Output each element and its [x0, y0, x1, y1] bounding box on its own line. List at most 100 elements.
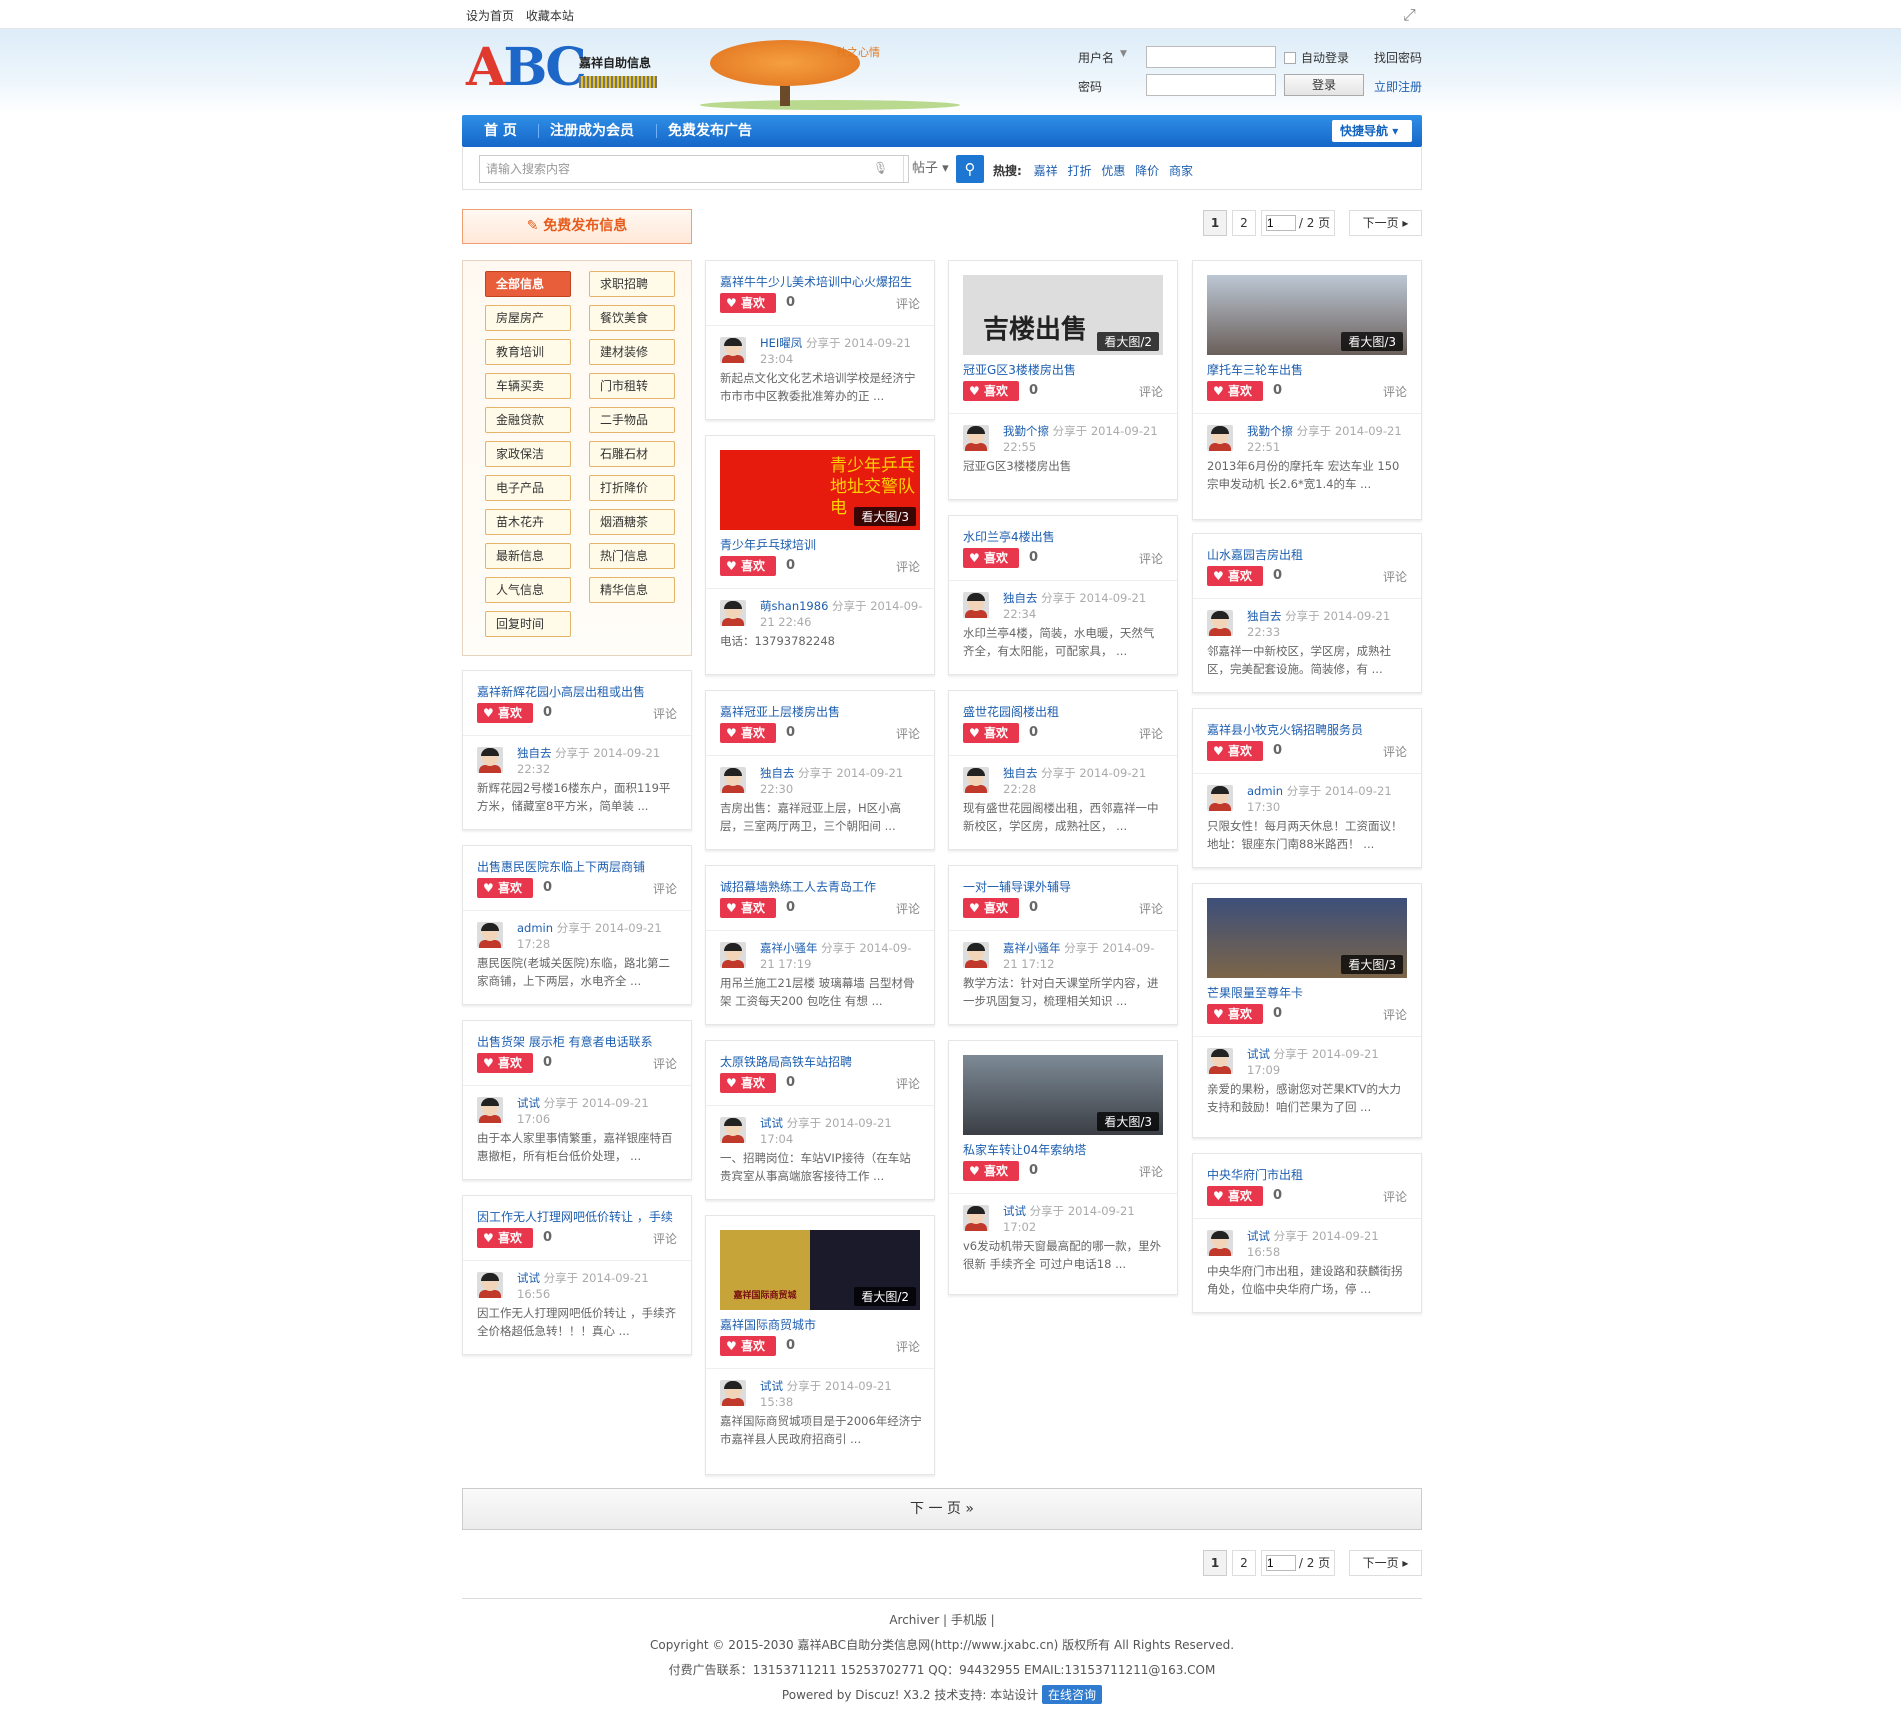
user-avatar[interactable]	[1207, 785, 1233, 811]
post-author[interactable]: 试试	[517, 1271, 540, 1285]
search-type-select[interactable]: 帖子 ▾	[903, 156, 963, 182]
user-avatar[interactable]	[720, 1117, 746, 1143]
like-button[interactable]: ♥ 喜欢	[963, 1161, 1019, 1181]
category-item[interactable]: 电子产品	[485, 475, 571, 501]
post-image[interactable]: 看大图/3	[1207, 275, 1407, 355]
like-button[interactable]: ♥ 喜欢	[720, 1336, 776, 1356]
user-avatar[interactable]	[720, 337, 746, 363]
category-item[interactable]: 求职招聘	[589, 271, 675, 297]
comment-link[interactable]: 评论	[896, 558, 920, 575]
page-1[interactable]: 1	[1203, 210, 1227, 236]
post-author[interactable]: admin	[517, 921, 553, 935]
post-title[interactable]: 嘉祥县小牧克火锅招聘服务员	[1207, 721, 1407, 738]
post-title[interactable]: 芒果限量至尊年卡	[1207, 984, 1407, 1001]
post-author[interactable]: admin	[1247, 784, 1283, 798]
page-jump-input[interactable]	[1265, 1555, 1296, 1571]
post-image[interactable]: 看大图/3	[1207, 898, 1407, 978]
view-gallery-button[interactable]: 看大图/3	[1097, 1112, 1159, 1131]
user-avatar[interactable]	[720, 1380, 746, 1406]
fullscreen-icon[interactable]: ⤢	[1403, 5, 1416, 25]
bookmark-link[interactable]: 收藏本站	[526, 9, 574, 23]
username-input[interactable]	[1146, 46, 1276, 68]
post-author[interactable]: 独自去	[1003, 591, 1038, 605]
category-item[interactable]: 金融贷款	[485, 407, 571, 433]
category-item[interactable]: 回复时间	[485, 611, 571, 637]
like-button[interactable]: ♥ 喜欢	[720, 556, 776, 576]
comment-link[interactable]: 评论	[653, 880, 677, 897]
post-title[interactable]: 水印兰亭4楼出售	[963, 528, 1163, 545]
category-all[interactable]: 全部信息	[485, 271, 571, 297]
post-title[interactable]: 出售惠民医院东临上下两层商铺	[477, 858, 677, 875]
post-author[interactable]: 独自去	[1003, 766, 1038, 780]
user-avatar[interactable]	[720, 942, 746, 968]
post-title[interactable]: 摩托车三轮车出售	[1207, 361, 1407, 378]
user-avatar[interactable]	[477, 1272, 503, 1298]
like-button[interactable]: ♥ 喜欢	[1207, 741, 1263, 761]
comment-link[interactable]: 评论	[1139, 550, 1163, 567]
like-button[interactable]: ♥ 喜欢	[1207, 381, 1263, 401]
comment-link[interactable]: 评论	[1383, 568, 1407, 585]
search-input[interactable]: 请输入搜索内容	[479, 155, 909, 183]
post-title[interactable]: 一对一辅导课外辅导	[963, 878, 1163, 895]
post-title[interactable]: 太原铁路局高铁车站招聘	[720, 1053, 920, 1070]
post-author[interactable]: 嘉祥小骚年	[760, 941, 818, 955]
page-1[interactable]: 1	[1203, 1550, 1227, 1576]
like-button[interactable]: ♥ 喜欢	[720, 898, 776, 918]
next-page-button[interactable]: 下一页 ▸	[1349, 210, 1422, 236]
user-avatar[interactable]	[963, 425, 989, 451]
category-item[interactable]: 房屋房产	[485, 305, 571, 331]
post-title[interactable]: 诚招幕墙熟练工人去青岛工作	[720, 878, 920, 895]
post-author[interactable]: 萌shan1986	[760, 599, 828, 613]
page-2[interactable]: 2	[1232, 1550, 1256, 1576]
user-avatar[interactable]	[963, 767, 989, 793]
category-item[interactable]: 门市租转	[589, 373, 675, 399]
category-item[interactable]: 精华信息	[589, 577, 675, 603]
like-button[interactable]: ♥ 喜欢	[720, 723, 776, 743]
user-avatar[interactable]	[1207, 1230, 1233, 1256]
post-author[interactable]: 试试	[760, 1116, 783, 1130]
user-avatar[interactable]	[1207, 1048, 1233, 1074]
hot-word[interactable]: 打折	[1067, 164, 1091, 178]
comment-link[interactable]: 评论	[1139, 383, 1163, 400]
category-item[interactable]: 打折降价	[589, 475, 675, 501]
like-button[interactable]: ♥ 喜欢	[1207, 1004, 1263, 1024]
register-link[interactable]: 立即注册	[1374, 78, 1422, 95]
like-button[interactable]: ♥ 喜欢	[1207, 566, 1263, 586]
username-label[interactable]: 用户名	[1078, 49, 1114, 66]
user-avatar[interactable]	[477, 922, 503, 948]
password-input[interactable]	[1146, 74, 1276, 96]
hot-word[interactable]: 优惠	[1101, 164, 1125, 178]
set-home-link[interactable]: 设为首页	[466, 9, 514, 23]
nav-home[interactable]: 首 页	[484, 115, 517, 147]
user-avatar[interactable]	[477, 1097, 503, 1123]
category-item[interactable]: 餐饮美食	[589, 305, 675, 331]
page-jump-input[interactable]	[1265, 215, 1296, 231]
chevron-down-icon[interactable]: ▼	[1120, 49, 1127, 59]
post-title[interactable]: 山水嘉园吉房出租	[1207, 546, 1407, 563]
category-item[interactable]: 建材装修	[589, 339, 675, 365]
post-title[interactable]: 私家车转让04年索纳塔	[963, 1141, 1163, 1158]
like-button[interactable]: ♥ 喜欢	[477, 1228, 533, 1248]
comment-link[interactable]: 评论	[1139, 1163, 1163, 1180]
category-item[interactable]: 热门信息	[589, 543, 675, 569]
post-title[interactable]: 出售货架 展示柜 有意者电话联系	[477, 1033, 677, 1050]
post-author[interactable]: HEI曜凤	[760, 336, 802, 350]
nav-post-ad[interactable]: 免费发布广告	[668, 115, 752, 147]
auto-login-checkbox[interactable]	[1284, 52, 1296, 64]
user-avatar[interactable]	[963, 592, 989, 618]
category-item[interactable]: 二手物品	[589, 407, 675, 433]
post-image[interactable]: 吉楼出售 看大图/2	[963, 275, 1163, 355]
view-gallery-button[interactable]: 看大图/2	[854, 1287, 916, 1306]
post-author[interactable]: 试试	[760, 1379, 783, 1393]
comment-link[interactable]: 评论	[896, 725, 920, 742]
like-button[interactable]: ♥ 喜欢	[477, 703, 533, 723]
hot-word[interactable]: 降价	[1135, 164, 1159, 178]
like-button[interactable]: ♥ 喜欢	[477, 1053, 533, 1073]
post-author[interactable]: 我勤个擦	[1003, 424, 1049, 438]
comment-link[interactable]: 评论	[896, 1075, 920, 1092]
microphone-icon[interactable]: 🎙	[873, 161, 888, 175]
comment-link[interactable]: 评论	[1383, 1006, 1407, 1023]
hot-word[interactable]: 商家	[1169, 164, 1193, 178]
post-title[interactable]: 嘉祥新辉花园小高层出租或出售	[477, 683, 677, 700]
post-author[interactable]: 独自去	[760, 766, 795, 780]
